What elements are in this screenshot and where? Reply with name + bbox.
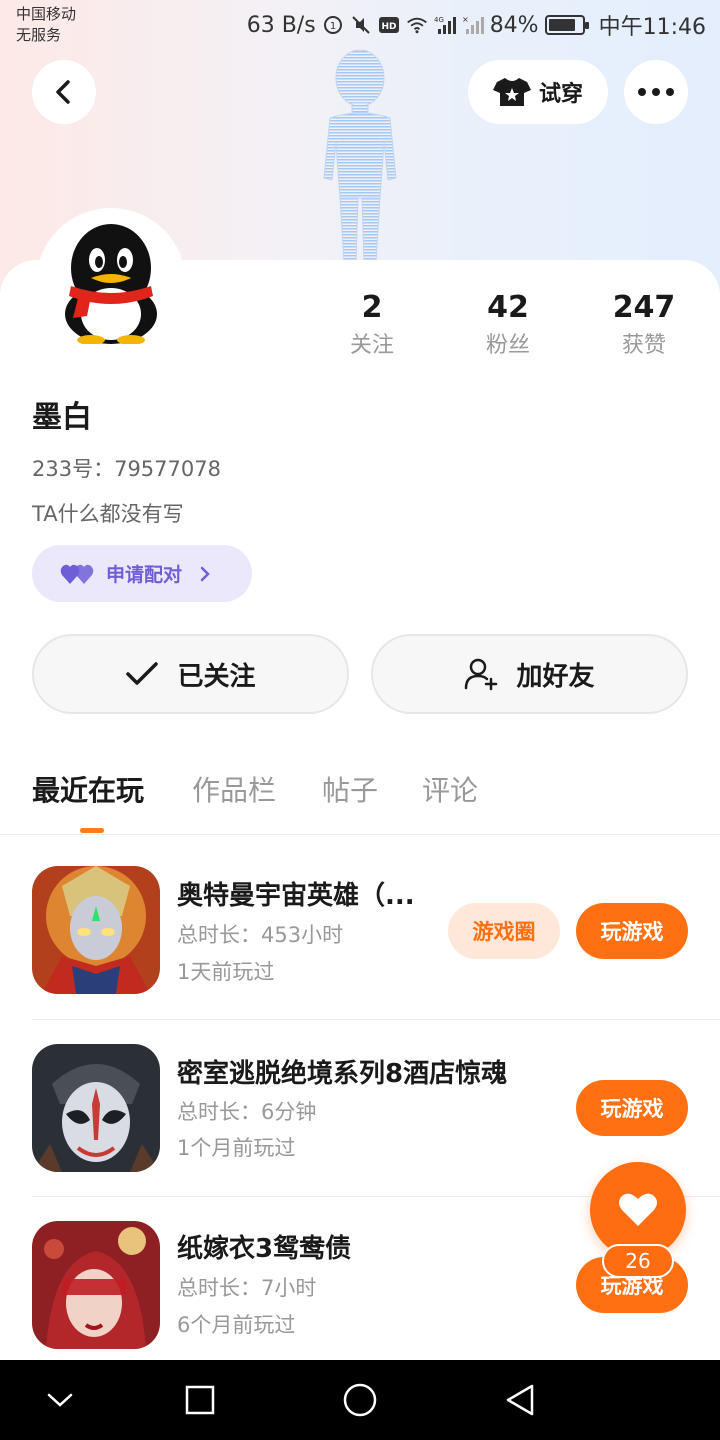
status-bar: 中国移动 无服务 63 B/s 1 HD 4G × 84% 中午11:46 xyxy=(0,0,720,50)
game-duration: 总时长：6分钟 xyxy=(177,1100,317,1124)
following-label: 关注 xyxy=(349,333,394,358)
like-count-badge: 26 xyxy=(602,1244,674,1278)
net-speed: 63 B/s xyxy=(246,12,316,38)
stat-likes[interactable]: 247 获赞 xyxy=(594,288,694,364)
add-friend-label: 加好友 xyxy=(516,661,595,692)
wifi-icon xyxy=(406,17,427,34)
tab-posts[interactable]: 帖子 xyxy=(322,770,378,812)
game-duration: 总时长：453小时 xyxy=(177,923,344,947)
active-tab-indicator xyxy=(80,828,104,833)
qq-penguin-avatar xyxy=(65,224,157,344)
add-friend-button[interactable]: 加好友 xyxy=(371,634,688,714)
triangle-back-icon xyxy=(506,1384,534,1416)
square-icon xyxy=(185,1385,215,1415)
hd-icon: HD xyxy=(378,17,399,33)
carrier-info: 中国移动 无服务 xyxy=(16,4,76,46)
tab-recently-played[interactable]: 最近在玩 xyxy=(32,770,144,812)
followers-label: 粉丝 xyxy=(485,333,530,358)
followers-count: 42 xyxy=(487,290,529,325)
game-last-played: 1个月前玩过 xyxy=(177,1136,296,1160)
try-on-label: 试穿 xyxy=(538,82,583,107)
tabs-divider xyxy=(0,834,720,835)
back-icon xyxy=(56,80,70,104)
4g-signal-icon: 4G xyxy=(434,16,456,34)
battery-icon xyxy=(544,15,589,35)
game-last-played: 6个月前玩过 xyxy=(177,1313,296,1337)
circle-icon xyxy=(343,1383,377,1417)
try-on-button[interactable]: 试穿 xyxy=(468,60,608,124)
tab-works[interactable]: 作品栏 xyxy=(192,770,276,812)
nav-recents-button[interactable] xyxy=(176,1376,224,1424)
svg-text:1: 1 xyxy=(330,21,336,32)
request-pair-label: 申请配对 xyxy=(106,564,183,586)
likes-label: 获赞 xyxy=(621,333,666,358)
clock: 中午11:46 xyxy=(598,15,706,40)
status-icons: 63 B/s 1 HD 4G × 84% 中午11:46 xyxy=(247,8,706,42)
carrier-name: 中国移动 xyxy=(16,5,77,23)
tab-comments[interactable]: 评论 xyxy=(422,770,478,812)
user-name: 墨白 xyxy=(32,400,92,435)
game-circle-button[interactable]: 游戏圈 xyxy=(448,903,560,959)
double-heart-icon xyxy=(60,564,94,584)
likes-count: 247 xyxy=(612,290,676,325)
data-saver-icon: 1 xyxy=(323,16,342,34)
add-user-icon xyxy=(465,658,498,691)
request-pair-button[interactable]: 申请配对 xyxy=(32,545,252,602)
svg-text:×: × xyxy=(462,15,469,24)
check-icon xyxy=(126,662,159,685)
game-icon-ultraman xyxy=(32,866,160,994)
mute-icon xyxy=(351,16,370,34)
heart-icon xyxy=(619,1193,657,1226)
followed-button[interactable]: 已关注 xyxy=(32,634,349,714)
stat-following[interactable]: 2 关注 xyxy=(322,288,422,364)
game-last-played: 1天前玩过 xyxy=(177,960,275,984)
game-title: 纸嫁衣3鸳鸯债 xyxy=(177,1234,352,1264)
back-button[interactable] xyxy=(32,60,96,124)
shirt-icon xyxy=(492,78,531,106)
play-game-button[interactable]: 玩游戏 xyxy=(576,1080,688,1136)
stat-followers[interactable]: 42 粉丝 xyxy=(458,288,558,364)
system-nav-bar xyxy=(0,1360,720,1440)
avatar[interactable] xyxy=(36,208,186,358)
chevron-down-icon xyxy=(47,1393,73,1407)
svg-text:4G: 4G xyxy=(434,16,444,24)
game-title: 奥特曼宇宙英雄（... xyxy=(177,881,415,911)
chevron-right-icon xyxy=(200,566,210,581)
nav-back-button[interactable] xyxy=(496,1376,544,1424)
game-title: 密室逃脱绝境系列8酒店惊魂 xyxy=(177,1059,508,1089)
game-icon-paper-bride xyxy=(32,1221,160,1349)
following-count: 2 xyxy=(361,290,383,325)
play-game-button[interactable]: 玩游戏 xyxy=(576,903,688,959)
no-signal-icon: × xyxy=(462,15,484,34)
battery-fill xyxy=(548,19,576,31)
user-id: 233号：79577078 xyxy=(32,457,221,481)
battery-percent: 84% xyxy=(489,12,539,38)
game-icon-escape-room xyxy=(32,1044,160,1172)
nav-home-button[interactable] xyxy=(336,1376,384,1424)
profile-page: 中国移动 无服务 63 B/s 1 HD 4G × 84% 中午11:46 试穿 xyxy=(0,0,720,1440)
avatar-3d-figure xyxy=(323,49,397,263)
service-status: 无服务 xyxy=(16,26,62,44)
nav-collapse-button[interactable] xyxy=(36,1376,84,1424)
game-duration: 总时长：7小时 xyxy=(177,1276,317,1300)
list-item[interactable]: 奥特曼宇宙英雄（... 总时长：453小时 1天前玩过 游戏圈 玩游戏 xyxy=(0,842,720,1019)
svg-text:HD: HD xyxy=(381,22,396,32)
user-bio: TA什么都没有写 xyxy=(32,502,184,526)
followed-label: 已关注 xyxy=(177,661,256,692)
more-button[interactable] xyxy=(624,60,688,124)
more-icon xyxy=(638,88,674,96)
